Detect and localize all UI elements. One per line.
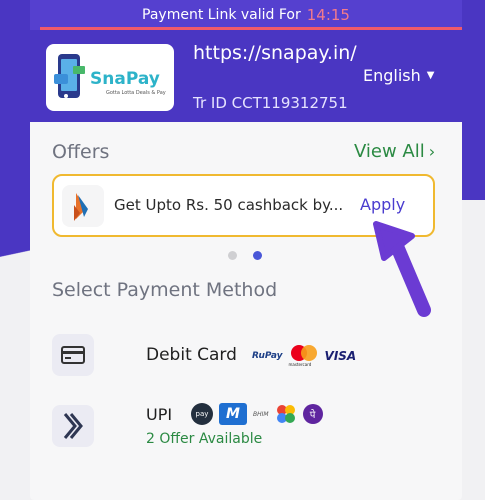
language-label: English [363, 66, 421, 85]
phonepe-icon: पे [302, 404, 323, 424]
card-icon [52, 334, 94, 376]
svg-text:SnaPay: SnaPay [90, 69, 160, 89]
bank-offer-icon [62, 185, 104, 227]
validity-timer: 14:15 [306, 6, 350, 24]
offer-description: Get Upto Rs. 50 cashback by... [114, 196, 344, 214]
mobikwik-icon: M [219, 403, 247, 425]
chevron-right-icon: › [428, 142, 436, 161]
view-all-label: View All [354, 141, 425, 162]
upi-icon [52, 405, 94, 447]
visa-icon: VISA [324, 349, 357, 363]
offers-heading: Offers [52, 141, 110, 163]
upi-label: UPI [146, 405, 173, 424]
svg-text:Gotta Lotta Deals & Pay: Gotta Lotta Deals & Pay [106, 90, 166, 96]
carousel-dot[interactable] [228, 251, 237, 260]
carousel-indicator [228, 251, 262, 260]
language-selector[interactable]: English ▼ [363, 66, 434, 85]
payment-method-heading: Select Payment Method [52, 279, 278, 301]
amazon-pay-icon: pay [191, 403, 213, 425]
merchant-header: SnaPay Gotta Lotta Deals & Pay https://s… [30, 30, 462, 122]
caret-down-icon: ▼ [426, 70, 435, 81]
pointer-arrow-icon [373, 221, 431, 317]
upi-app-icons: pay M BHIM पे [191, 403, 323, 425]
debit-card-label: Debit Card [146, 345, 237, 365]
payment-method-debit-card[interactable]: Debit Card RuPay mastercard VISA [52, 334, 442, 384]
payment-method-upi[interactable]: UPI 2 Offer Available pay M BHIM पे [52, 403, 442, 455]
snapay-logo-icon: SnaPay Gotta Lotta Deals & Pay [54, 54, 166, 98]
upi-offer-note: 2 Offer Available [146, 431, 263, 447]
google-pay-icon [275, 403, 297, 425]
card-brands: RuPay mastercard VISA [252, 344, 356, 368]
mastercard-icon: mastercard [289, 344, 319, 368]
validity-label: Payment Link valid For [142, 7, 301, 23]
rupay-icon: RuPay [252, 351, 283, 361]
bhim-icon: BHIM [253, 410, 269, 418]
carousel-dot-active[interactable] [253, 251, 262, 260]
merchant-logo: SnaPay Gotta Lotta Deals & Pay [46, 44, 174, 111]
view-all-link[interactable]: View All › [354, 141, 435, 162]
link-validity-banner: Payment Link valid For 14:15 [30, 0, 462, 30]
payment-url: https://snapay.in/ [193, 42, 357, 64]
transaction-id: Tr ID CCT119312751 [193, 94, 348, 112]
